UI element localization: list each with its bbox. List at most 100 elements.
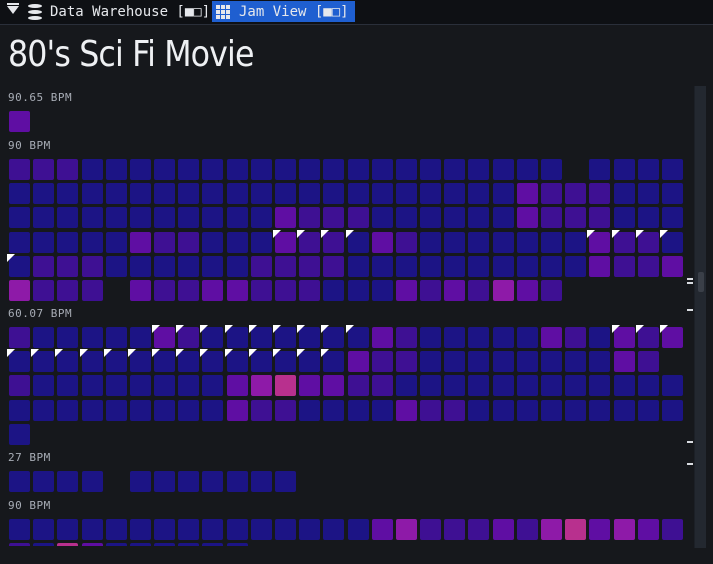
track-cell[interactable] [371, 375, 393, 397]
track-cell[interactable] [57, 399, 79, 421]
track-cell[interactable] [589, 399, 611, 421]
track-cell[interactable] [444, 519, 466, 540]
track-cell[interactable] [371, 519, 393, 540]
track-cell[interactable] [516, 519, 538, 540]
track-cell[interactable] [492, 351, 514, 373]
track-cell[interactable] [613, 207, 635, 229]
track-cell[interactable] [541, 183, 562, 205]
track-cell[interactable] [565, 207, 587, 229]
track-cell[interactable] [178, 183, 200, 205]
track-cell[interactable] [105, 207, 127, 229]
track-cell[interactable] [492, 207, 514, 229]
track-cell[interactable] [444, 231, 466, 253]
track-cell[interactable] [395, 231, 417, 253]
track-cell[interactable] [275, 399, 296, 421]
track-cell[interactable] [589, 519, 611, 540]
track-cell[interactable] [250, 375, 272, 397]
track-cell[interactable] [57, 255, 79, 277]
track-cell[interactable] [468, 280, 490, 301]
track-cell[interactable] [57, 207, 79, 229]
scrollbar-thumb[interactable] [698, 272, 704, 292]
track-cell[interactable] [611, 229, 635, 253]
track-cell[interactable] [178, 519, 200, 540]
track-cell[interactable] [565, 399, 587, 421]
track-cell[interactable] [202, 231, 224, 253]
track-cell[interactable] [57, 519, 79, 540]
track-cell[interactable] [347, 159, 369, 180]
track-cell[interactable] [33, 159, 55, 180]
track-cell[interactable] [420, 327, 442, 348]
track-cell[interactable] [661, 375, 683, 397]
track-cell[interactable] [9, 375, 30, 397]
track-cell[interactable] [250, 519, 272, 540]
track-cell[interactable] [444, 280, 466, 301]
track-cell[interactable] [81, 375, 103, 397]
track-cell[interactable] [275, 255, 296, 277]
track-cell[interactable] [275, 183, 296, 205]
track-cell[interactable] [226, 183, 248, 205]
track-cell[interactable] [468, 207, 490, 229]
track-cell[interactable] [587, 229, 611, 253]
track-cell[interactable] [589, 327, 611, 348]
track-cell[interactable] [202, 399, 224, 421]
track-cell[interactable] [250, 231, 272, 253]
track-cell[interactable] [129, 183, 151, 205]
track-cell[interactable] [105, 327, 127, 348]
track-cell[interactable] [468, 519, 490, 540]
track-cell[interactable] [347, 399, 369, 421]
track-cell[interactable] [444, 207, 466, 229]
track-cell[interactable] [33, 207, 55, 229]
track-cell[interactable] [347, 255, 369, 277]
track-cell[interactable] [661, 399, 683, 421]
track-cell[interactable] [637, 375, 659, 397]
track-cell[interactable] [371, 351, 393, 373]
track-cell[interactable] [661, 207, 683, 229]
track-cell[interactable] [589, 159, 611, 180]
track-cell[interactable] [178, 471, 200, 492]
track-cell[interactable] [105, 159, 127, 180]
track-cell[interactable] [33, 183, 55, 205]
track-cell[interactable] [275, 207, 296, 229]
track-cell[interactable] [347, 375, 369, 397]
track-cell[interactable] [492, 327, 514, 348]
track-cell[interactable] [659, 325, 683, 348]
track-cell[interactable] [129, 327, 151, 348]
track-cell[interactable] [226, 255, 248, 277]
track-cell[interactable] [420, 351, 442, 373]
track-cell[interactable] [202, 519, 224, 540]
track-cell[interactable] [589, 375, 611, 397]
track-cell[interactable] [468, 351, 490, 373]
track-cell[interactable] [275, 375, 296, 397]
track-cell[interactable] [444, 255, 466, 277]
track-cell[interactable] [105, 399, 127, 421]
track-cell[interactable] [613, 519, 635, 540]
track-cell[interactable] [661, 159, 683, 180]
track-cell[interactable] [178, 375, 200, 397]
track-cell[interactable] [127, 349, 151, 373]
track-cell[interactable] [371, 399, 393, 421]
track-cell[interactable] [275, 280, 296, 301]
track-cell[interactable] [541, 375, 562, 397]
track-cell[interactable] [154, 255, 176, 277]
track-cell[interactable] [9, 231, 30, 253]
track-cell[interactable] [200, 349, 224, 373]
track-cell[interactable] [565, 519, 587, 540]
track-cell[interactable] [105, 183, 127, 205]
track-cell[interactable] [202, 280, 224, 301]
track-cell[interactable] [420, 255, 442, 277]
track-cell[interactable] [541, 255, 562, 277]
track-cell[interactable] [79, 349, 103, 373]
track-cell[interactable] [7, 349, 30, 373]
track-cell[interactable] [395, 207, 417, 229]
track-cell[interactable] [516, 399, 538, 421]
track-cell[interactable] [226, 207, 248, 229]
track-cell[interactable] [103, 349, 127, 373]
track-cell[interactable] [395, 327, 417, 348]
track-cell[interactable] [273, 229, 296, 253]
track-cell[interactable] [9, 280, 30, 301]
track-cell[interactable] [589, 183, 611, 205]
track-cell[interactable] [492, 159, 514, 180]
track-cell[interactable] [299, 255, 321, 277]
track-cell[interactable] [7, 253, 30, 277]
track-cell[interactable] [420, 159, 442, 180]
